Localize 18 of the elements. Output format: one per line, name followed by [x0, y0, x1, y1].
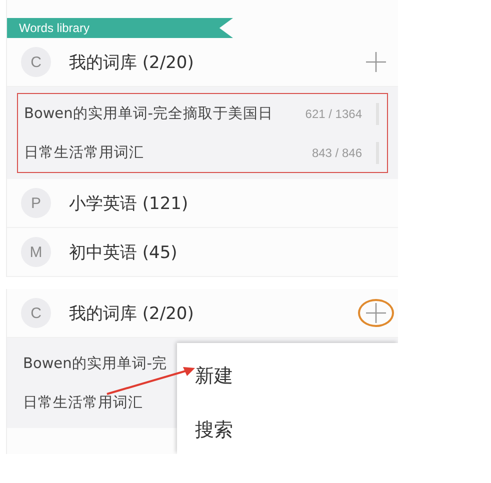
section-banner: Words library: [7, 18, 233, 38]
letter-avatar: P: [21, 188, 51, 218]
letter-avatar: C: [21, 298, 51, 328]
plus-icon: [365, 302, 387, 324]
menu-item[interactable]: 新建: [177, 349, 398, 403]
row-title[interactable]: 我的词库 (2/20): [69, 50, 340, 74]
letter-avatar: M: [21, 237, 51, 267]
menu-item[interactable]: 搜索: [177, 403, 398, 454]
row-title[interactable]: 初中英语 (45): [69, 240, 384, 264]
library-name[interactable]: Bowen的实用单词-完全摘取于美国日: [24, 104, 306, 123]
add-button[interactable]: [358, 299, 394, 327]
progress-count: 621 / 1364: [305, 106, 362, 120]
row-title[interactable]: 我的词库 (2/20): [69, 302, 340, 324]
letter-avatar: C: [21, 47, 51, 77]
row-title[interactable]: 小学英语 (121): [69, 192, 384, 214]
library-name[interactable]: 日常生活常用词汇: [24, 143, 312, 162]
plus-icon: [365, 51, 387, 73]
progress-count: 843 / 846: [312, 146, 362, 160]
